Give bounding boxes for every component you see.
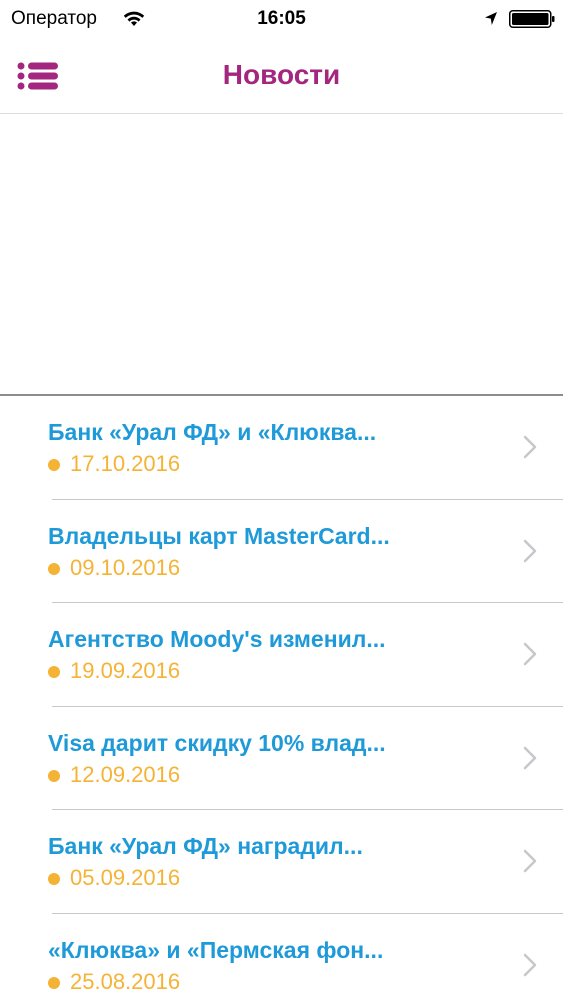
news-list: Банк «Урал ФД» и «Клюква... 17.10.2016 В…	[0, 396, 563, 1000]
news-title: Агентство Moody's изменил...	[48, 626, 386, 652]
news-date: 17.10.2016	[70, 451, 181, 476]
date-dot-icon	[48, 666, 60, 678]
battery-icon	[509, 10, 555, 28]
chevron-right-icon	[523, 642, 537, 666]
date-dot-icon	[48, 459, 60, 471]
location-arrow-icon	[485, 12, 497, 25]
news-date: 09.10.2016	[70, 554, 181, 580]
news-item[interactable]: «Клюква» и «Пермская фон... 25.08.2016	[0, 914, 563, 1000]
banner-area	[0, 114, 563, 394]
date-dot-icon	[48, 873, 60, 885]
date-dot-icon	[48, 769, 60, 782]
chevron-right-icon	[523, 953, 537, 976]
news-item[interactable]: Банк «Урал ФД» наградил... 05.09.2016	[0, 810, 563, 914]
news-date: 12.09.2016	[70, 761, 181, 787]
date-dot-icon	[48, 562, 60, 575]
news-item[interactable]: Visa дарит скидку 10% влад... 12.09.2016	[0, 707, 563, 810]
page-title: Новости	[222, 59, 341, 90]
chevron-right-icon	[523, 849, 537, 873]
news-title: Банк «Урал ФД» и «Клюква...	[48, 419, 377, 445]
news-date: 19.09.2016	[70, 658, 181, 683]
status-time: 16:05	[257, 8, 306, 29]
navigation-bar: Новости	[0, 38, 563, 114]
news-title: Владельцы карт MasterCard...	[48, 522, 390, 549]
news-screen: Оператор 16:05 Новости Банк «Урал ФД» и …	[0, 0, 563, 1000]
news-date: 05.09.2016	[70, 865, 181, 890]
date-dot-icon	[48, 976, 60, 989]
news-item[interactable]: Агентство Moody's изменил... 19.09.2016	[0, 603, 563, 707]
news-title: «Клюква» и «Пермская фон...	[48, 936, 384, 963]
chevron-right-icon	[523, 435, 537, 459]
news-title: Банк «Урал ФД» наградил...	[48, 833, 363, 859]
news-item[interactable]: Владельцы карт MasterCard... 09.10.2016	[0, 500, 563, 603]
status-bar: Оператор 16:05	[0, 0, 563, 38]
news-title: Visa дарит скидку 10% влад...	[48, 729, 386, 756]
news-item[interactable]: Банк «Урал ФД» и «Клюква... 17.10.2016	[0, 396, 563, 500]
news-date: 25.08.2016	[70, 968, 181, 994]
chevron-right-icon	[523, 746, 537, 769]
chevron-right-icon	[523, 539, 537, 562]
